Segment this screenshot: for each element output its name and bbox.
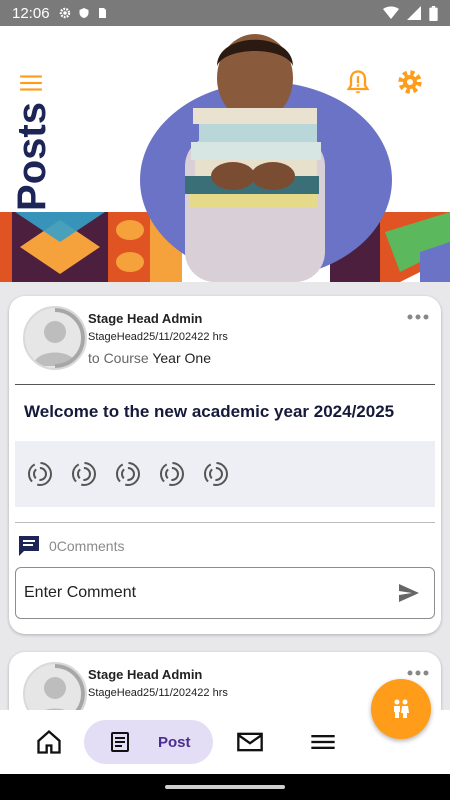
status-bar: 12:06 <box>0 0 450 26</box>
send-icon[interactable] <box>396 581 422 605</box>
posts-feed[interactable]: Stage Head Admin StageHead25/11/202422 h… <box>0 282 450 710</box>
post-course: to Course Year One <box>88 350 211 366</box>
post-title: Welcome to the new academic year 2024/20… <box>24 402 395 421</box>
nav-post-tab[interactable]: Post <box>84 720 213 764</box>
comment-box <box>15 567 435 619</box>
wifi-icon <box>383 6 399 19</box>
comments-count: 0Comments <box>49 538 125 554</box>
system-navigation-bar <box>0 774 450 800</box>
post-author: Stage Head Admin <box>88 311 203 326</box>
article-icon <box>111 732 129 752</box>
loading-spinner-icon <box>28 462 52 486</box>
more-options-icon[interactable] <box>407 668 429 678</box>
post-author: Stage Head Admin <box>88 667 203 682</box>
status-time: 12:06 <box>12 4 50 22</box>
avatar <box>23 662 87 710</box>
mail-icon[interactable] <box>236 728 264 756</box>
post-meta: StageHead25/11/202422 hrs <box>88 331 228 343</box>
settings-status-icon <box>59 7 70 19</box>
divider <box>15 522 435 523</box>
comment-input[interactable] <box>22 574 386 612</box>
post-card: Stage Head Admin StageHead25/11/202422 h… <box>9 296 441 634</box>
comment-icon <box>19 536 39 556</box>
notification-bell-icon[interactable] <box>344 68 372 96</box>
comments-row[interactable]: 0Comments <box>17 534 124 558</box>
student-illustration <box>185 34 325 282</box>
loading-spinner-icon <box>116 462 140 486</box>
battery-icon <box>429 5 438 21</box>
settings-gear-icon[interactable] <box>396 68 424 96</box>
divider <box>15 384 435 385</box>
signal-icon <box>407 6 421 20</box>
family-fab-button[interactable] <box>371 679 431 739</box>
hamburger-menu-icon[interactable] <box>18 70 44 96</box>
hero-banner: Posts <box>0 26 450 282</box>
home-gesture-handle[interactable] <box>165 785 285 789</box>
loading-spinner-icon <box>72 462 96 486</box>
menu-icon[interactable] <box>309 728 337 756</box>
page-title: Posts <box>9 101 54 211</box>
shield-status-icon <box>79 8 89 18</box>
nav-post-label: Post <box>158 733 191 751</box>
loading-spinner-icon <box>160 462 184 486</box>
avatar <box>23 306 87 370</box>
post-meta: StageHead25/11/202422 hrs <box>88 687 228 699</box>
home-icon[interactable] <box>35 728 63 756</box>
family-icon <box>394 699 409 718</box>
media-strip <box>15 441 435 507</box>
loading-spinner-icon <box>204 462 228 486</box>
more-options-icon[interactable] <box>407 312 429 322</box>
sd-card-status-icon <box>98 8 106 18</box>
